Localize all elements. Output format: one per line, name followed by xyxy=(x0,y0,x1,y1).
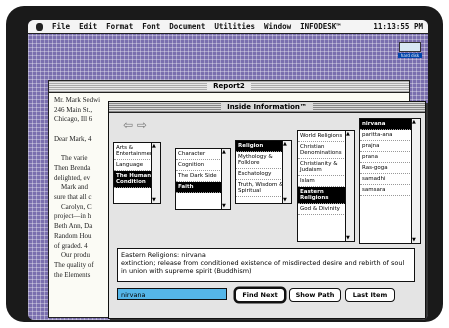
menu-edit[interactable]: Edit xyxy=(79,22,97,31)
letter-line: The varie xyxy=(54,154,88,163)
definition-box: Eastern Religions: nirvana extinction; r… xyxy=(117,248,415,282)
bottom-bar: nirvana Find Next Show Path Last Item xyxy=(117,288,417,302)
letter-line: Mark and xyxy=(54,183,89,192)
find-next-button[interactable]: Find Next xyxy=(235,288,285,302)
letter-line: Dear Mark, 4 xyxy=(54,134,92,143)
menu-window[interactable]: Window xyxy=(264,22,291,31)
letter-line: Random Hou xyxy=(54,231,92,240)
letter-line xyxy=(54,125,100,135)
menu-infodesk[interactable]: INFODESK™ xyxy=(300,22,341,31)
category-list-2[interactable]: Character Cognition The Dark Side Faith xyxy=(175,148,231,210)
scrollbar[interactable] xyxy=(411,119,420,243)
letter-line: sure that all c xyxy=(54,193,92,202)
nav-arrows: ⇦ ⇨ xyxy=(123,118,147,132)
monitor-frame: File Edit Format Font Document Utilities… xyxy=(6,6,443,322)
scrollbar[interactable] xyxy=(282,141,291,203)
dialog-title-bar[interactable]: Inside Information™ xyxy=(109,102,425,113)
hard-disk-icon[interactable]: hard disk xyxy=(398,42,422,58)
apple-icon[interactable] xyxy=(36,22,43,31)
letter-line: The quality of xyxy=(54,260,94,269)
screen: File Edit Format Font Document Utilities… xyxy=(28,20,428,320)
letter-line: Carolyn, C xyxy=(54,202,92,211)
menu-utilities[interactable]: Utilities xyxy=(214,22,255,31)
letter-line: project—in h xyxy=(54,212,92,221)
letter-line: of graded. 4 xyxy=(54,241,88,250)
inside-information-dialog: Inside Information™ ⇦ ⇨ Arts & Entertain… xyxy=(108,101,426,319)
word-list[interactable]: nirvana paritta-ana prajna prana Ras-gog… xyxy=(359,118,421,244)
letter-line xyxy=(54,145,100,155)
selected-word-field[interactable]: nirvana xyxy=(117,288,227,300)
letter-line: 246 Main St., xyxy=(54,105,93,114)
letter-line: Beth Ann, Da xyxy=(54,222,93,231)
letter-line: Chicago, Ill 6 xyxy=(54,115,93,124)
letter-text: Mr. Mark Sedwi 246 Main St., Chicago, Ill … xyxy=(54,96,100,280)
menu-font[interactable]: Font xyxy=(142,22,160,31)
scrollbar[interactable] xyxy=(151,143,160,203)
dialog-title: Inside Information™ xyxy=(221,103,313,111)
menu-bar: File Edit Format Font Document Utilities… xyxy=(28,20,428,34)
menu-file[interactable]: File xyxy=(52,22,70,31)
menu-format[interactable]: Format xyxy=(106,22,133,31)
letter-line: Mr. Mark Sedwi xyxy=(54,96,101,104)
back-arrow-icon[interactable]: ⇦ xyxy=(123,118,133,132)
category-list-3[interactable]: Religion Mythology & Folklore Eschatolog… xyxy=(235,140,292,204)
category-list-1[interactable]: Arts & Entertainment Language The Human … xyxy=(113,142,161,204)
letter-line: the Elements xyxy=(54,270,91,279)
last-item-button[interactable]: Last Item xyxy=(345,288,395,302)
letter-line: Then Brenda xyxy=(54,163,91,172)
document-title: Report2 xyxy=(207,82,251,90)
menu-clock: 11:13:55 PM xyxy=(373,22,423,31)
disk-label: hard disk xyxy=(398,53,422,58)
disk-graphic xyxy=(399,42,421,52)
letter-line: Our produ xyxy=(54,251,90,260)
category-list-4[interactable]: World Religions Christian Denominations … xyxy=(297,130,355,242)
scrollbar[interactable] xyxy=(221,149,230,209)
show-path-button[interactable]: Show Path xyxy=(289,288,341,302)
scrollbar[interactable] xyxy=(345,131,354,241)
definition-text: extinction; release from conditioned exi… xyxy=(121,259,405,275)
menu-document[interactable]: Document xyxy=(169,22,205,31)
definition-title: Eastern Religions: nirvana xyxy=(121,251,206,259)
document-title-bar[interactable]: Report2 xyxy=(49,81,409,93)
forward-arrow-icon[interactable]: ⇨ xyxy=(137,118,147,132)
letter-line: delighted, ev xyxy=(54,173,91,182)
